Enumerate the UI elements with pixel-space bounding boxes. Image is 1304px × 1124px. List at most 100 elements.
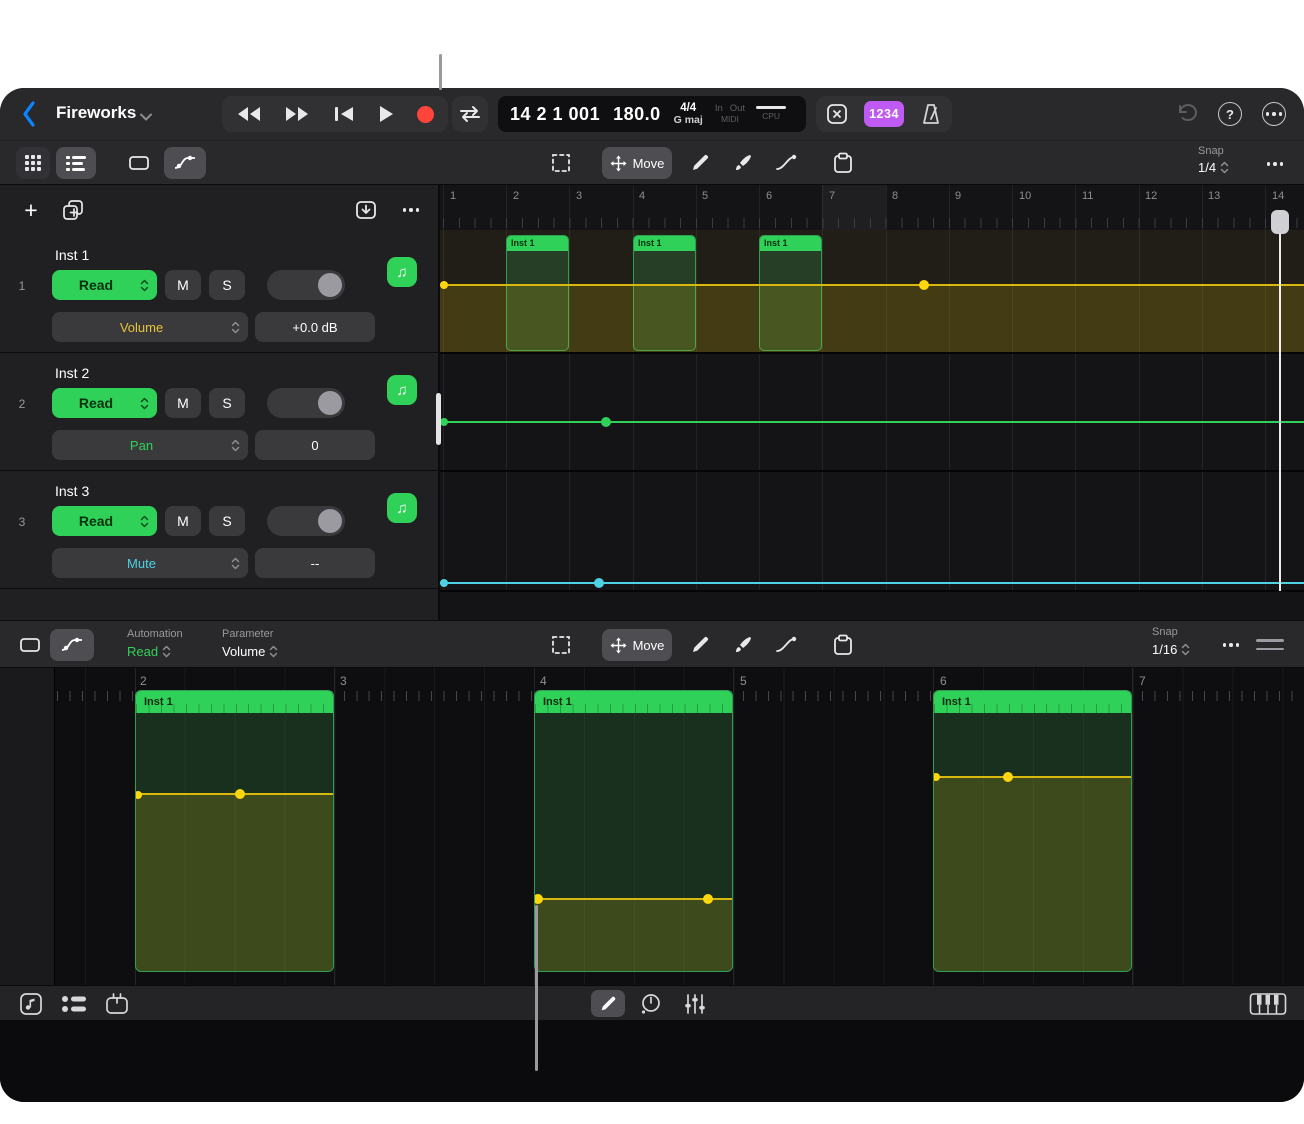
automation-mode-button[interactable]: Read [52, 388, 157, 418]
playhead[interactable] [1279, 210, 1281, 591]
main-ruler[interactable]: 1 2 3 4 5 6 7 8 9 10 11 12 13 14 [440, 185, 1304, 230]
tempo-display[interactable]: 180.0 [613, 104, 661, 125]
automation-point[interactable] [594, 578, 604, 588]
automation-point[interactable] [235, 789, 245, 799]
track-on-toggle[interactable] [267, 506, 345, 536]
automation-display-button[interactable] [164, 147, 206, 179]
region[interactable]: Inst 1 [534, 690, 733, 972]
metronome-button[interactable] [918, 103, 944, 125]
cycle-button[interactable] [452, 96, 488, 132]
loop-browser-button[interactable] [18, 991, 44, 1017]
track-panel-more-button[interactable] [396, 195, 426, 225]
editor-move-tool-button[interactable]: Move [602, 629, 672, 661]
automation-editor[interactable]: 2 3 4 5 6 7 Inst 1 Inst 1 [0, 668, 1304, 985]
automation-point[interactable] [703, 894, 713, 904]
editor-more-button[interactable] [1216, 630, 1246, 660]
editor-paste-tool-button[interactable] [826, 629, 860, 661]
playhead-handle[interactable] [1271, 210, 1289, 234]
duplicate-track-button[interactable] [58, 195, 88, 225]
automation-point[interactable] [440, 579, 448, 587]
patch-library-button[interactable] [60, 993, 88, 1015]
velocity-dial-button[interactable] [638, 991, 664, 1017]
parameter-value[interactable]: -- [255, 548, 375, 578]
automation-parameter-button[interactable]: Volume [52, 312, 248, 342]
time-signature-key[interactable]: 4/4 G maj [674, 102, 703, 126]
editor-resize-handle[interactable] [1256, 639, 1284, 650]
lcd-display[interactable]: 14 2 1 001 180.0 4/4 G maj In Out MIDI C… [498, 96, 806, 132]
arrange-more-button[interactable] [1260, 149, 1290, 179]
project-title-chevron[interactable] [139, 109, 153, 127]
snap-value[interactable]: 1/4 [1198, 160, 1229, 175]
marquee-tool-button[interactable] [544, 147, 578, 179]
rewind-button[interactable] [236, 105, 262, 123]
editor-automation-button[interactable] [50, 629, 94, 661]
plugins-button[interactable] [104, 991, 130, 1017]
playhead-position[interactable]: 14 2 1 001 [510, 104, 600, 125]
track-on-toggle[interactable] [267, 388, 345, 418]
automation-mode-button[interactable]: Read [52, 506, 157, 536]
automation-point[interactable] [919, 280, 929, 290]
editor-marquee-tool-button[interactable] [544, 629, 578, 661]
solo-button[interactable]: S [209, 506, 245, 536]
play-button[interactable] [377, 104, 395, 124]
back-button[interactable] [16, 99, 42, 129]
automation-parameter-button[interactable]: Pan [52, 430, 248, 460]
editor-parameter[interactable]: Volume [222, 644, 278, 659]
instrument-icon[interactable]: ♫ [387, 375, 417, 405]
divider-handle[interactable] [436, 393, 441, 445]
go-to-beginning-button[interactable] [333, 105, 355, 123]
instrument-icon[interactable]: ♫ [387, 257, 417, 287]
region[interactable]: Inst 1 [135, 690, 334, 972]
solo-button[interactable]: S [209, 270, 245, 300]
more-options-button[interactable] [1262, 102, 1286, 126]
automation-line[interactable] [440, 284, 1304, 286]
track-name[interactable]: Inst 2 [55, 365, 89, 381]
timeline[interactable]: 1 2 3 4 5 6 7 8 9 10 11 12 13 14 Inst 1 … [440, 185, 1304, 620]
brush-tool-button[interactable] [727, 147, 759, 179]
solo-button[interactable]: S [209, 388, 245, 418]
clear-overdub-button[interactable] [824, 103, 850, 125]
add-track-button[interactable]: + [16, 195, 46, 225]
track-on-toggle[interactable] [267, 270, 345, 300]
editor-pencil-tool-button[interactable] [684, 629, 716, 661]
project-title[interactable]: Fireworks [56, 103, 136, 123]
instrument-icon[interactable]: ♫ [387, 493, 417, 523]
pencil-tool-button[interactable] [684, 147, 716, 179]
track-name[interactable]: Inst 3 [55, 483, 89, 499]
editor-regions-button[interactable] [14, 629, 46, 661]
undo-button[interactable] [1174, 103, 1198, 125]
automation-line[interactable] [440, 421, 1304, 423]
automation-point[interactable] [1003, 772, 1013, 782]
region[interactable]: Inst 1 [933, 690, 1132, 972]
parameter-value[interactable]: 0 [255, 430, 375, 460]
editor-curve-tool-button[interactable] [770, 629, 802, 661]
regions-display-button[interactable] [122, 147, 156, 179]
mute-button[interactable]: M [165, 506, 201, 536]
track-header-1[interactable]: Inst 1 1 Read M S ♫ Volume +0.0 dB [0, 235, 440, 353]
parameter-value[interactable]: +0.0 dB [255, 312, 375, 342]
automation-point[interactable] [440, 281, 448, 289]
track-header-3[interactable]: Inst 3 3 Read M S ♫ Mute -- [0, 471, 440, 589]
automation-line[interactable] [440, 582, 1304, 584]
help-button[interactable]: ? [1218, 102, 1242, 126]
automation-mode-button[interactable]: Read [52, 270, 157, 300]
editor-snap-value[interactable]: 1/16 [1152, 642, 1190, 657]
move-tool-button[interactable]: Move [602, 147, 672, 179]
curve-tool-button[interactable] [770, 147, 802, 179]
editor-automation-mode[interactable]: Read [127, 644, 171, 659]
track-import-button[interactable] [352, 196, 380, 224]
paste-tool-button[interactable] [826, 147, 860, 179]
keyboard-button[interactable] [1248, 991, 1288, 1017]
mixer-button[interactable] [682, 992, 708, 1016]
forward-button[interactable] [284, 105, 310, 123]
tracks-view-button[interactable] [56, 147, 96, 179]
automation-parameter-button[interactable]: Mute [52, 548, 248, 578]
editor-brush-tool-button[interactable] [727, 629, 759, 661]
automation-point[interactable] [135, 791, 142, 799]
automation-line[interactable] [934, 776, 1132, 778]
edit-pencil-button[interactable] [591, 990, 625, 1017]
mute-button[interactable]: M [165, 388, 201, 418]
track-header-2[interactable]: Inst 2 2 Read M S ♫ Pan 0 [0, 353, 440, 471]
automation-point[interactable] [601, 417, 611, 427]
mute-button[interactable]: M [165, 270, 201, 300]
